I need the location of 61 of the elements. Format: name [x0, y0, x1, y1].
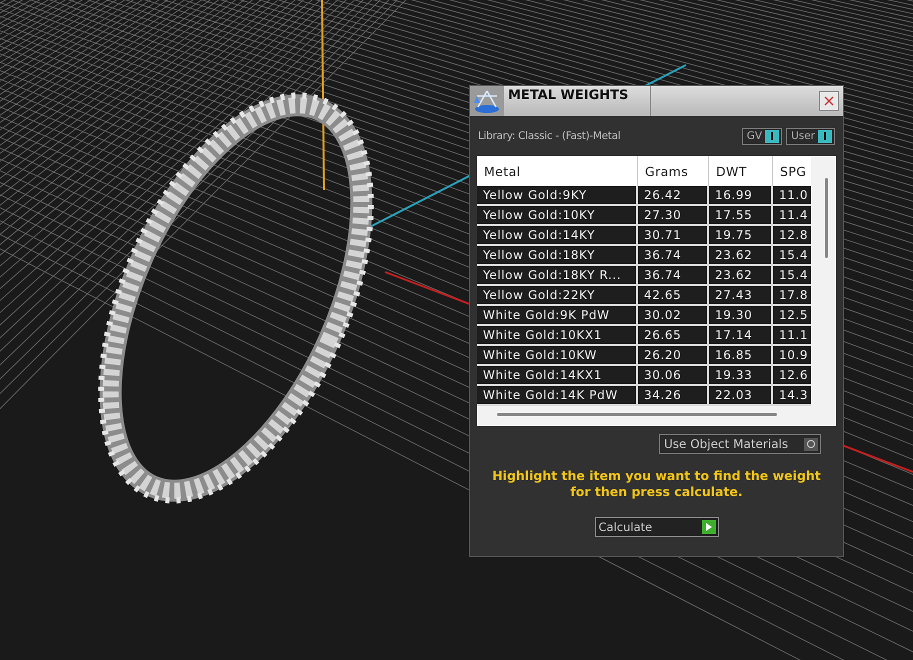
table-cell[interactable]: 26.42 [638, 186, 709, 206]
table-cell[interactable]: 30.02 [638, 306, 709, 326]
table-cell[interactable]: 10.9 [773, 346, 811, 366]
table-cell[interactable]: 36.74 [638, 266, 709, 286]
table-cell[interactable]: 26.65 [638, 326, 709, 346]
toggle-switch[interactable]: GV [742, 128, 782, 144]
instruction-text: Highlight the item you want to find the weight for then press calculate. [491, 467, 822, 500]
table-cell[interactable]: White Gold:14K PdW [477, 386, 638, 406]
table-cell[interactable]: 16.99 [709, 186, 773, 206]
table-cell[interactable]: White Gold:14KX1 [477, 366, 638, 386]
column-header[interactable]: Grams [638, 156, 709, 186]
table-cell[interactable]: 17.14 [709, 326, 773, 346]
horizontal-scrollbar[interactable] [497, 413, 777, 416]
table-cell[interactable]: Yellow Gold:18KY R... [477, 266, 638, 286]
close-button[interactable] [819, 91, 839, 111]
library-label: Library: Classic - (Fast)-Metal [478, 130, 622, 142]
table-cell[interactable]: 11.4 [773, 206, 811, 226]
table-cell[interactable]: 23.62 [709, 266, 773, 286]
column-header[interactable]: SPG [773, 156, 811, 186]
play-icon [706, 523, 712, 531]
table-cell[interactable]: 19.33 [709, 366, 773, 386]
table-cell[interactable]: 19.30 [709, 306, 773, 326]
table-cell[interactable]: 16.85 [709, 346, 773, 366]
table-cell[interactable]: 42.65 [638, 286, 709, 306]
table-cell[interactable]: 36.74 [638, 246, 709, 266]
table-cell[interactable]: White Gold:10KW [477, 346, 638, 366]
table-cell[interactable]: Yellow Gold:10KY [477, 206, 638, 226]
table-cell[interactable]: 22.03 [709, 386, 773, 406]
table-cell[interactable]: 12.5 [773, 306, 811, 326]
table-cell[interactable]: 27.43 [709, 286, 773, 306]
balance-scale-icon [473, 88, 501, 114]
table-cell[interactable]: Yellow Gold:18KY [477, 246, 638, 266]
column-header[interactable]: Metal [477, 156, 638, 186]
table-cell[interactable]: Yellow Gold:22KY [477, 286, 638, 306]
table-cell[interactable]: 23.62 [709, 246, 773, 266]
table-cell[interactable]: 11.0 [773, 186, 811, 206]
table-cell[interactable]: 19.75 [709, 226, 773, 246]
table-cell[interactable]: Yellow Gold:14KY [477, 226, 638, 246]
calculate-button[interactable]: Calculate [594, 517, 718, 537]
column-header[interactable]: DWT [709, 156, 773, 186]
vertical-scrollbar[interactable] [825, 178, 828, 258]
table-cell[interactable]: 15.4 [773, 246, 811, 266]
toggle-switch[interactable]: Use Object Materials [659, 434, 821, 454]
table-cell[interactable]: Yellow Gold:9KY [477, 186, 638, 206]
table-cell[interactable]: White Gold:9K PdW [477, 306, 638, 326]
table-cell[interactable]: White Gold:10KX1 [477, 326, 638, 346]
table-cell[interactable]: 15.4 [773, 266, 811, 286]
table-cell[interactable]: 11.1 [773, 326, 811, 346]
table-cell[interactable]: 17.55 [709, 206, 773, 226]
table-cell[interactable]: 26.20 [638, 346, 709, 366]
table-cell[interactable]: 17.8 [773, 286, 811, 306]
table-cell[interactable]: 34.26 [638, 386, 709, 406]
close-icon [824, 96, 834, 106]
table-cell[interactable]: 14.3 [773, 386, 811, 406]
table-cell[interactable]: 12.8 [773, 226, 811, 246]
toggle-switch[interactable]: User [786, 128, 835, 144]
table-cell[interactable]: 30.06 [638, 366, 709, 386]
table-cell[interactable]: 30.71 [638, 226, 709, 246]
table-cell[interactable]: 27.30 [638, 206, 709, 226]
window-title: METAL WEIGHTS [504, 86, 651, 116]
table-cell[interactable]: 12.6 [773, 366, 811, 386]
